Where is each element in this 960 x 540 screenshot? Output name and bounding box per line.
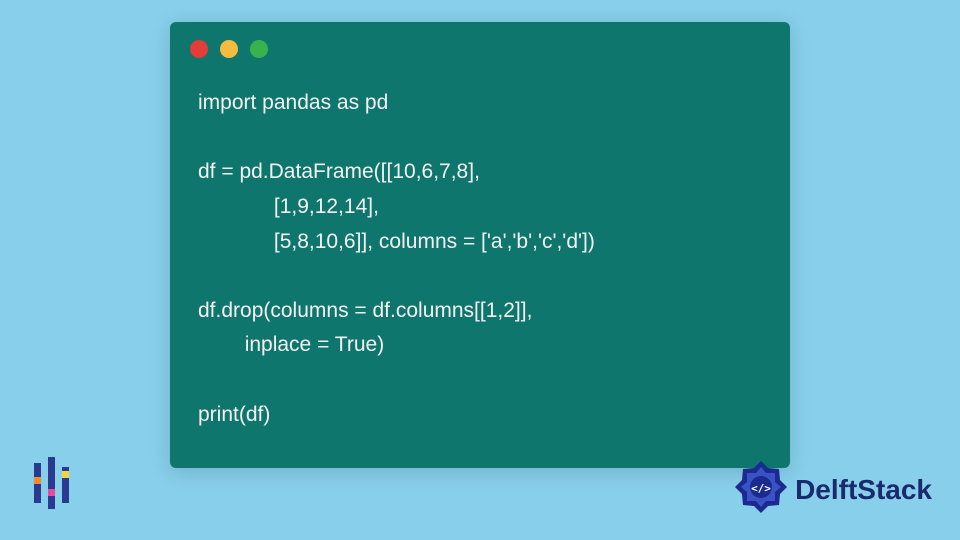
window-titlebar <box>170 22 790 68</box>
code-window: import pandas as pd df = pd.DataFrame([[… <box>170 22 790 468</box>
brand-name: DelftStack <box>795 474 932 506</box>
close-icon <box>190 40 208 58</box>
minimize-icon <box>220 40 238 58</box>
code-block: import pandas as pd df = pd.DataFrame([[… <box>170 68 790 440</box>
brand-logo: </> DelftStack <box>733 459 932 520</box>
left-logo-icon <box>30 453 74 518</box>
svg-text:</>: </> <box>751 482 771 495</box>
maximize-icon <box>250 40 268 58</box>
gear-icon: </> <box>733 459 789 520</box>
